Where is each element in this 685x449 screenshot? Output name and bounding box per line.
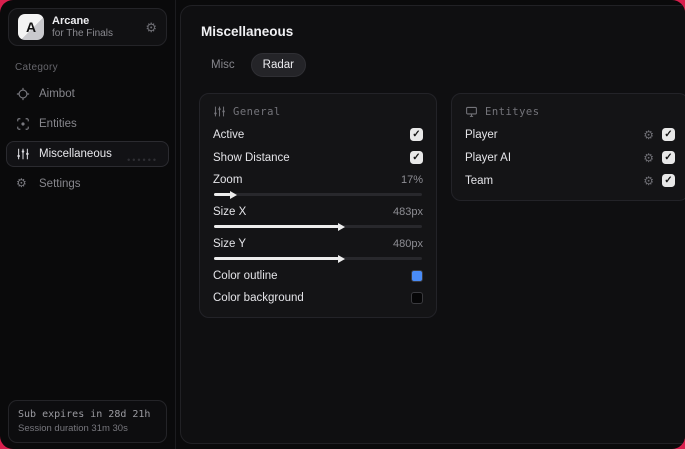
session-duration-text: Session duration 31m 30s bbox=[18, 422, 128, 434]
color-swatch-color-background[interactable] bbox=[411, 292, 423, 304]
panel-header: General bbox=[213, 105, 423, 118]
setting-label: Player AI bbox=[465, 151, 512, 164]
setting-label: Team bbox=[465, 174, 494, 187]
tab-bar: Misc Radar bbox=[199, 53, 685, 77]
checkbox[interactable]: ✓ bbox=[662, 128, 675, 141]
sidebar-item-settings[interactable]: ⚙ Settings bbox=[6, 171, 169, 197]
setting-value: 483px bbox=[393, 206, 423, 218]
page-title: Miscellaneous bbox=[201, 24, 294, 39]
scan-icon bbox=[16, 117, 30, 131]
app-logo: A bbox=[18, 14, 44, 40]
sidebar-item-label: Aimbot bbox=[39, 88, 75, 100]
setting-label: Size Y bbox=[213, 238, 247, 250]
slider-zoom[interactable] bbox=[214, 193, 422, 196]
setting-label: Size X bbox=[213, 206, 247, 218]
row-team: Team ⚙ ✓ bbox=[465, 174, 675, 187]
sidebar-item-aimbot[interactable]: Aimbot bbox=[6, 81, 169, 107]
slider-group-zoom: Zoom 17% bbox=[213, 174, 423, 196]
panel-title: Entityes bbox=[485, 105, 540, 118]
tab-misc[interactable]: Misc bbox=[199, 53, 247, 77]
checkbox[interactable]: ✓ bbox=[662, 174, 675, 187]
checkbox[interactable]: ✓ bbox=[410, 128, 423, 141]
color-swatch-color-outline[interactable] bbox=[411, 270, 423, 282]
setting-value: 480px bbox=[393, 238, 423, 250]
slider-label-row: Size Y 480px bbox=[213, 238, 423, 250]
setting-label: Player bbox=[465, 128, 498, 141]
setting-label: Zoom bbox=[213, 174, 243, 186]
cards-container: General Active ✓ Show Distance ✓ Zoom 17% Size … bbox=[199, 93, 685, 318]
app-subtitle: for The Finals bbox=[52, 27, 113, 39]
row-player: Player ⚙ ✓ bbox=[465, 128, 675, 141]
row-show-distance: Show Distance ✓ bbox=[213, 151, 423, 164]
setting-label: Color outline bbox=[213, 270, 278, 282]
sidebar-item-label: Miscellaneous bbox=[39, 148, 112, 160]
row-color-background: Color background bbox=[213, 292, 423, 304]
app-header-card: A Arcane for The Finals ⚙ bbox=[8, 8, 167, 46]
gear-icon[interactable]: ⚙ bbox=[643, 129, 654, 141]
slider-size-y[interactable] bbox=[214, 257, 422, 260]
slider-size-x[interactable] bbox=[214, 225, 422, 228]
slider-fill[interactable] bbox=[214, 225, 339, 228]
monitor-icon bbox=[465, 105, 478, 118]
row-color-outline: Color outline bbox=[213, 270, 423, 282]
setting-value: 17% bbox=[400, 174, 423, 186]
slider-fill[interactable] bbox=[214, 193, 231, 196]
dots-decoration: •••••• bbox=[127, 155, 158, 165]
panel-entityes: Entityes Player ⚙ ✓ Player AI ⚙ ✓ Team ⚙ ✓ bbox=[451, 93, 685, 201]
crosshair-icon bbox=[16, 87, 30, 101]
checkbox[interactable]: ✓ bbox=[662, 151, 675, 164]
main-area: Miscellaneous Misc Radar General Active ✓ Sh… bbox=[176, 0, 685, 449]
sidebar-item-miscellaneous[interactable]: Miscellaneous •••••• bbox=[6, 141, 169, 167]
sidebar: A Arcane for The Finals ⚙ Category Aimbo… bbox=[0, 0, 176, 449]
sliders-icon bbox=[213, 105, 226, 118]
gear-icon[interactable]: ⚙ bbox=[145, 21, 157, 34]
gear-icon[interactable]: ⚙ bbox=[643, 175, 654, 187]
panel-general: General Active ✓ Show Distance ✓ Zoom 17% Size … bbox=[199, 93, 437, 318]
panel-title: General bbox=[233, 105, 281, 118]
slider-group-size-x: Size X 483px bbox=[213, 206, 423, 228]
setting-label: Color background bbox=[213, 292, 304, 304]
setting-label: Show Distance bbox=[213, 151, 290, 164]
slider-label-row: Zoom 17% bbox=[213, 174, 423, 186]
slider-group-size-y: Size Y 480px bbox=[213, 238, 423, 260]
app-meta: Arcane for The Finals bbox=[52, 15, 137, 39]
row-player-ai: Player AI ⚙ ✓ bbox=[465, 151, 675, 164]
slider-fill[interactable] bbox=[214, 257, 339, 260]
app-title: Arcane bbox=[52, 14, 90, 27]
entity-controls: ⚙ ✓ bbox=[643, 151, 675, 164]
gear-icon[interactable]: ⚙ bbox=[643, 152, 654, 164]
tab-radar[interactable]: Radar bbox=[250, 53, 306, 77]
gear-icon: ⚙ bbox=[16, 176, 27, 190]
subscription-box: Sub expires in 28d 21h Session duration … bbox=[8, 399, 167, 443]
sliders-icon bbox=[16, 147, 30, 161]
entity-controls: ⚙ ✓ bbox=[643, 128, 675, 141]
sidebar-nav: Aimbot Entities Miscellaneous •••••• ⚙ Settin… bbox=[0, 79, 175, 199]
main-panel: Miscellaneous Misc Radar General Active ✓ Sh… bbox=[180, 5, 685, 444]
checkbox[interactable]: ✓ bbox=[410, 151, 423, 164]
entity-controls: ⚙ ✓ bbox=[643, 174, 675, 187]
panel-header: Entityes bbox=[465, 105, 675, 118]
category-label: Category bbox=[15, 62, 58, 73]
sub-expires-text: Sub expires in 28d 21h bbox=[18, 408, 151, 420]
sidebar-item-entities[interactable]: Entities bbox=[6, 111, 169, 137]
app-window: A Arcane for The Finals ⚙ Category Aimbo… bbox=[0, 0, 685, 449]
slider-label-row: Size X 483px bbox=[213, 206, 423, 218]
setting-label: Active bbox=[213, 128, 245, 141]
sidebar-item-label: Entities bbox=[39, 118, 77, 130]
row-active: Active ✓ bbox=[213, 128, 423, 141]
sidebar-item-label: Settings bbox=[39, 178, 81, 190]
